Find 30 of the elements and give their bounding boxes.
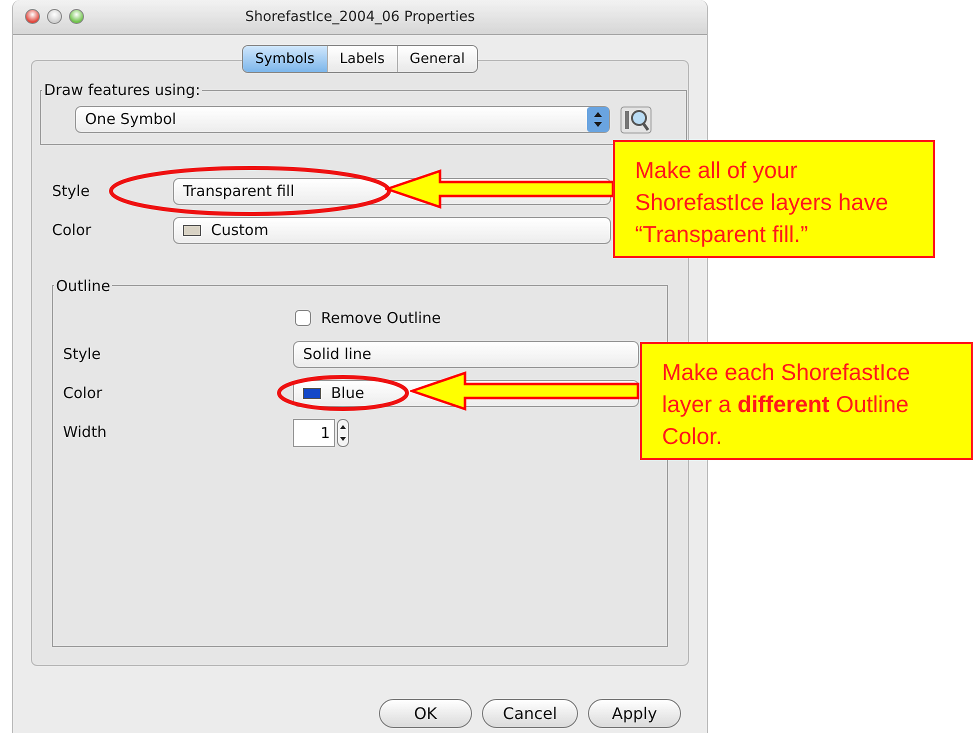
field-label: Width xyxy=(63,422,108,444)
tab[interactable]: Labels xyxy=(326,46,397,72)
field-label: Style xyxy=(63,344,102,365)
close-button[interactable] xyxy=(25,9,40,24)
group-label: Draw features using: xyxy=(43,80,202,101)
dialog-button[interactable]: Cancel xyxy=(482,699,578,728)
color-swatch xyxy=(183,224,201,236)
checkbox-label: Remove Outline xyxy=(321,308,441,329)
number-field[interactable]: 1 xyxy=(293,418,335,446)
group-label: Outline xyxy=(55,276,112,296)
checkbox[interactable] xyxy=(295,310,311,326)
field-label: Color xyxy=(63,382,104,404)
tab[interactable]: Symbols xyxy=(243,46,327,72)
dialog-button[interactable]: Apply xyxy=(588,699,681,728)
callout-text: Make each ShorefastIce layer a different Outline Color. xyxy=(662,358,912,451)
stepper-icon[interactable] xyxy=(337,418,349,446)
field-label: Color xyxy=(52,220,92,241)
tab[interactable]: General xyxy=(396,46,477,72)
magnifier-icon[interactable] xyxy=(620,106,652,134)
window-title: ShorefastIce_2004_06 Properties xyxy=(245,8,475,26)
zoom-button[interactable] xyxy=(69,9,84,24)
stepper-icon xyxy=(587,107,609,132)
callout-text: Make all of your ShorefastIce layers have “Transparent fill.” xyxy=(635,156,890,249)
field-label: Style xyxy=(52,180,91,202)
dropdown[interactable]: One Symbol xyxy=(75,106,610,133)
dropdown[interactable]: Solid line xyxy=(293,340,639,368)
dialog-button[interactable]: OK xyxy=(379,699,472,728)
color-swatch xyxy=(303,388,321,398)
minimize-button[interactable] xyxy=(47,9,62,24)
dropdown[interactable]: Custom xyxy=(173,216,611,244)
